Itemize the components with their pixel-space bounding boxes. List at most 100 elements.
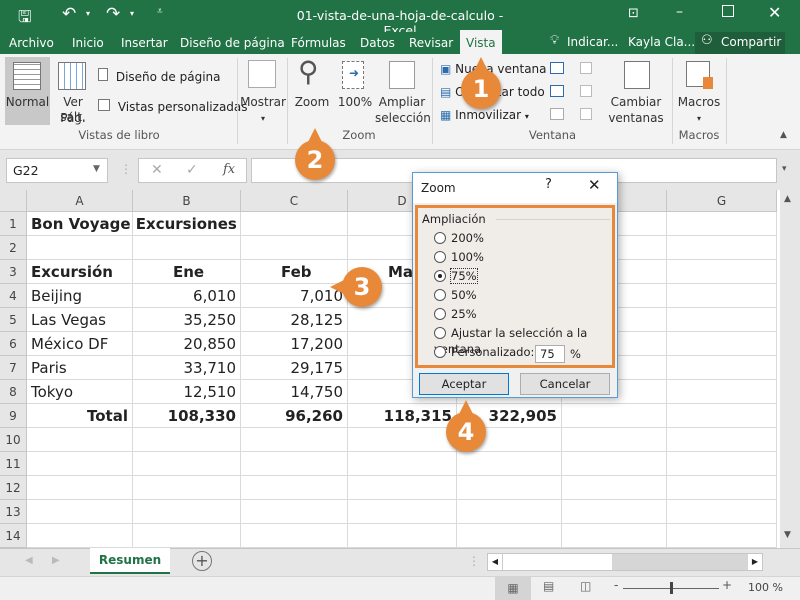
tab-datos[interactable]: Datos <box>356 34 399 54</box>
radio-icon[interactable] <box>434 251 446 263</box>
cell-C9[interactable]: 96,260 <box>241 404 348 428</box>
cell-D13[interactable] <box>348 500 457 524</box>
cell-C14[interactable] <box>241 524 348 548</box>
reset-position-icon[interactable] <box>580 108 592 120</box>
column-header-G[interactable]: G <box>667 190 777 212</box>
sheet-tab-resumen[interactable]: Resumen <box>90 548 170 574</box>
cell-G6[interactable] <box>667 332 777 356</box>
cell-F12[interactable] <box>562 476 667 500</box>
row-header-2[interactable]: 2 <box>0 236 27 260</box>
cell-A2[interactable] <box>27 236 133 260</box>
radio-icon[interactable] <box>434 327 446 339</box>
cell-B13[interactable] <box>133 500 241 524</box>
ok-button[interactable]: Aceptar <box>419 373 509 395</box>
row-header-13[interactable]: 13 <box>0 500 27 524</box>
cell-C10[interactable] <box>241 428 348 452</box>
cell-G13[interactable] <box>667 500 777 524</box>
collapse-ribbon-icon[interactable]: ▲ <box>780 130 787 140</box>
minimize-icon[interactable]: – <box>676 4 683 20</box>
expand-formula-icon[interactable]: ▾ <box>782 164 787 174</box>
zoom-button[interactable]: ⚲ Zoom <box>293 55 331 113</box>
cell-E14[interactable] <box>457 524 562 548</box>
save-icon[interactable]: 🖫 <box>18 6 32 33</box>
cell-G14[interactable] <box>667 524 777 548</box>
row-header-1[interactable]: 1 <box>0 212 27 236</box>
cell-C8[interactable]: 14,750 <box>241 380 348 404</box>
zoom-option-6[interactable]: Personalizado: <box>434 344 534 360</box>
row-header-14[interactable]: 14 <box>0 524 27 548</box>
page-break-view-icon[interactable]: ◫ <box>580 579 591 593</box>
cell-A13[interactable] <box>27 500 133 524</box>
cell-G11[interactable] <box>667 452 777 476</box>
radio-icon[interactable] <box>434 232 446 244</box>
cell-G3[interactable] <box>667 260 777 284</box>
tab-formulas[interactable]: Fórmulas <box>287 34 350 54</box>
cell-G9[interactable] <box>667 404 777 428</box>
cell-C2[interactable] <box>241 236 348 260</box>
zoom-option-0[interactable]: 200% <box>434 230 484 246</box>
zoom-100-button[interactable]: ➜ 100% <box>336 57 374 113</box>
column-header-A[interactable]: A <box>27 190 133 212</box>
sync-scroll-icon[interactable] <box>580 85 592 97</box>
cell-C7[interactable]: 29,175 <box>241 356 348 380</box>
zoom-slider-thumb[interactable] <box>670 582 673 594</box>
show-button[interactable]: Mostrar ▾ <box>240 57 286 127</box>
row-header-7[interactable]: 7 <box>0 356 27 380</box>
freeze-panes-button[interactable]: ▦ Inmovilizar ▾ <box>440 108 529 122</box>
insert-function-icon[interactable]: fx <box>223 162 235 177</box>
hide-icon[interactable] <box>550 85 564 97</box>
cell-G2[interactable] <box>667 236 777 260</box>
radio-icon[interactable] <box>434 308 446 320</box>
cell-F14[interactable] <box>562 524 667 548</box>
redo-icon[interactable]: ↷ <box>106 4 120 24</box>
switch-windows-button[interactable]: Cambiar ventanas <box>604 57 668 127</box>
side-by-side-icon[interactable] <box>580 62 592 74</box>
cell-C1[interactable] <box>241 212 348 236</box>
cell-B6[interactable]: 20,850 <box>133 332 241 356</box>
name-box[interactable]: G22 ▼ <box>6 158 108 183</box>
page-layout-view-icon[interactable]: ▤ <box>543 579 554 593</box>
cell-B10[interactable] <box>133 428 241 452</box>
cell-F10[interactable] <box>562 428 667 452</box>
maximize-icon[interactable] <box>722 5 734 17</box>
cell-B8[interactable]: 12,510 <box>133 380 241 404</box>
row-header-10[interactable]: 10 <box>0 428 27 452</box>
cell-C11[interactable] <box>241 452 348 476</box>
macros-button[interactable]: Macros ▾ <box>676 57 722 127</box>
cell-D14[interactable] <box>348 524 457 548</box>
cell-A10[interactable] <box>27 428 133 452</box>
page-layout-button[interactable]: Diseño de página <box>98 68 221 84</box>
cell-B4[interactable]: 6,010 <box>133 284 241 308</box>
cell-B9[interactable]: 108,330 <box>133 404 241 428</box>
zoom-option-1[interactable]: 100% <box>434 249 484 265</box>
tab-archivo[interactable]: Archivo <box>5 34 58 54</box>
close-icon[interactable]: ✕ <box>768 3 781 22</box>
column-header-B[interactable]: B <box>133 190 241 212</box>
zoom-in-icon[interactable]: + <box>722 578 732 592</box>
cell-G8[interactable] <box>667 380 777 404</box>
zoom-option-5[interactable]: Ajustar la selección a la ventana <box>434 325 612 356</box>
row-header-9[interactable]: 9 <box>0 404 27 428</box>
normal-view-icon[interactable]: ▦ <box>495 577 531 600</box>
cell-C12[interactable] <box>241 476 348 500</box>
scroll-down-icon[interactable]: ▼ <box>784 530 791 540</box>
row-header-12[interactable]: 12 <box>0 476 27 500</box>
radio-icon[interactable] <box>434 289 446 301</box>
zoom-option-2[interactable]: 75% <box>434 268 478 284</box>
cell-G1[interactable] <box>667 212 777 236</box>
row-header-3[interactable]: 3 <box>0 260 27 284</box>
tab-vista[interactable]: Vista <box>460 30 502 54</box>
redo-dropdown-icon[interactable]: ▾ <box>130 9 134 18</box>
ribbon-display-icon[interactable]: ⊡ <box>628 6 639 21</box>
cell-D11[interactable] <box>348 452 457 476</box>
vertical-scrollbar[interactable]: ▲ ▼ <box>780 190 800 548</box>
cell-A1[interactable]: Bon Voyage Excursiones <box>27 212 237 236</box>
cell-B7[interactable]: 33,710 <box>133 356 241 380</box>
cell-F11[interactable] <box>562 452 667 476</box>
scroll-up-icon[interactable]: ▲ <box>784 194 791 204</box>
cell-G12[interactable] <box>667 476 777 500</box>
cell-E11[interactable] <box>457 452 562 476</box>
scroll-left-icon[interactable]: ◀ <box>488 554 502 570</box>
undo-dropdown-icon[interactable]: ▾ <box>86 9 90 18</box>
cell-A3[interactable]: Excursión <box>27 260 133 284</box>
